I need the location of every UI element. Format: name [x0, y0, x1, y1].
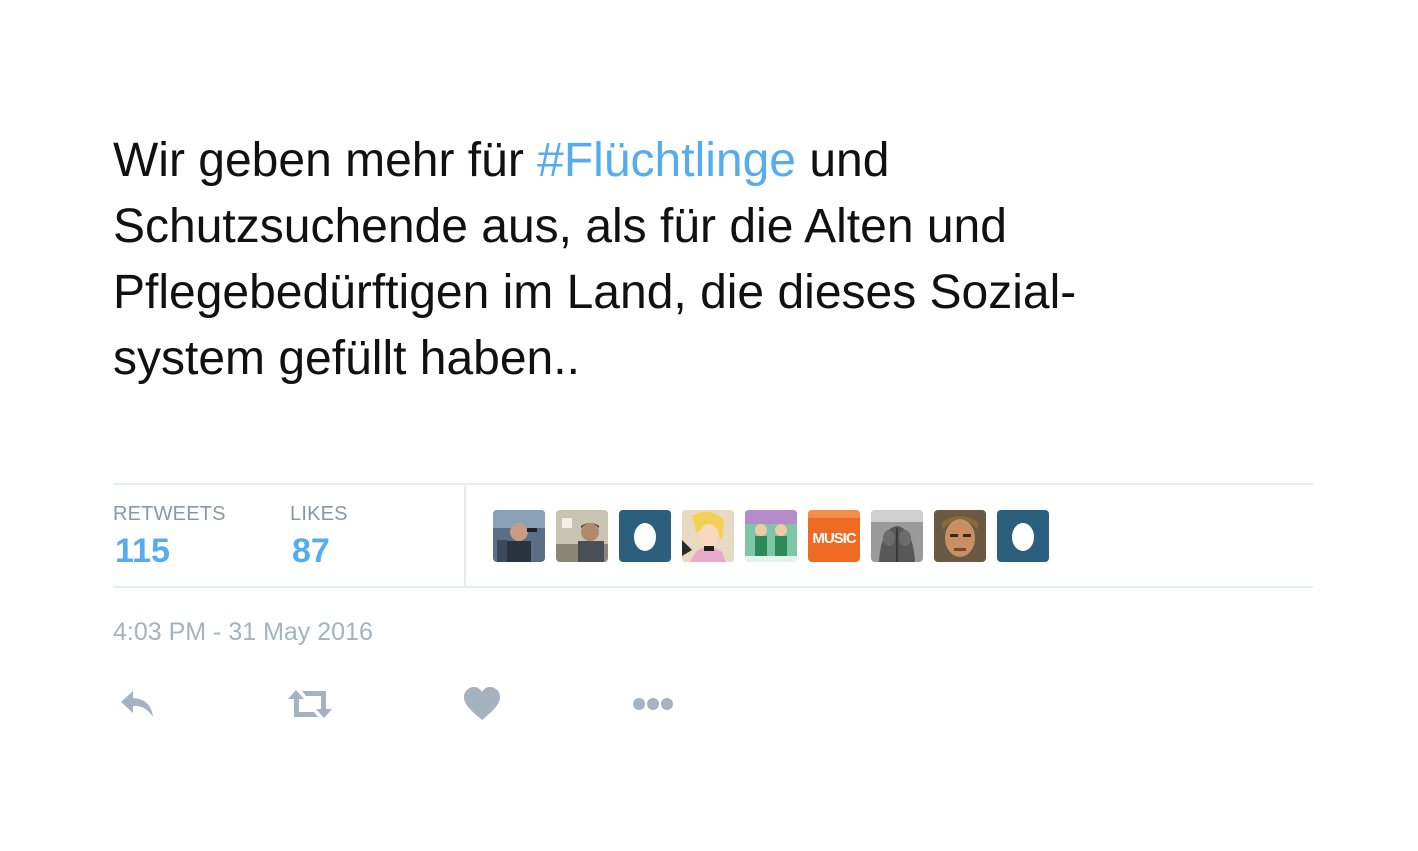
retweets-count: 115	[115, 532, 170, 570]
liker-avatar-1[interactable]	[493, 510, 545, 562]
more-icon	[633, 698, 673, 710]
retweet-button[interactable]	[286, 682, 334, 726]
liker-avatars: MUSIC	[493, 510, 1049, 562]
retweets-label: RETWEETS	[113, 503, 226, 525]
tweet-actions	[113, 682, 713, 726]
like-button[interactable]	[458, 682, 506, 726]
liker-avatar-9[interactable]	[997, 510, 1049, 562]
liker-avatar-4[interactable]	[682, 510, 734, 562]
liker-avatar-3[interactable]	[619, 510, 671, 562]
retweet-icon	[288, 690, 332, 718]
svg-text:MUSIC: MUSIC	[812, 530, 857, 547]
liker-avatar-2[interactable]	[556, 510, 608, 562]
tweet-text-segment: Wir geben mehr für	[113, 134, 538, 187]
tweet-line-1: Wir geben mehr für #Flüchtlinge und	[113, 128, 1293, 194]
tweet-stats: RETWEETS 115 LIKES 87 MUSIC	[113, 483, 1313, 588]
tweet-text: Wir geben mehr für #Flüchtlinge und Schu…	[113, 128, 1293, 392]
tweet-line-4: system gefüllt haben..	[113, 332, 580, 385]
reply-icon	[121, 691, 153, 717]
liker-avatar-6[interactable]: MUSIC	[808, 510, 860, 562]
likes-stat[interactable]: LIKES 87	[290, 501, 348, 571]
retweets-stat[interactable]: RETWEETS 115	[113, 501, 226, 571]
liker-avatar-5[interactable]	[745, 510, 797, 562]
more-button[interactable]	[629, 682, 677, 726]
tweet-line-3: Pflegebedürftigen im Land, die dieses So…	[113, 266, 1077, 319]
tweet-line-2: Schutzsuchende aus, als für die Alten un…	[113, 200, 1007, 253]
likes-label: LIKES	[290, 503, 348, 525]
default-egg-icon	[619, 510, 671, 562]
stats-divider	[464, 485, 466, 586]
reply-button[interactable]	[113, 682, 161, 726]
liker-avatar-7[interactable]	[871, 510, 923, 562]
hashtag-link[interactable]: #Flüchtlinge	[537, 134, 796, 187]
music-logo-icon: MUSIC	[808, 510, 860, 562]
tweet-timestamp[interactable]: 4:03 PM - 31 May 2016	[113, 616, 373, 648]
tweet-text-segment: und	[795, 134, 890, 187]
heart-icon	[464, 687, 500, 720]
likes-count: 87	[292, 532, 330, 570]
default-egg-icon	[997, 510, 1049, 562]
liker-avatar-8[interactable]	[934, 510, 986, 562]
